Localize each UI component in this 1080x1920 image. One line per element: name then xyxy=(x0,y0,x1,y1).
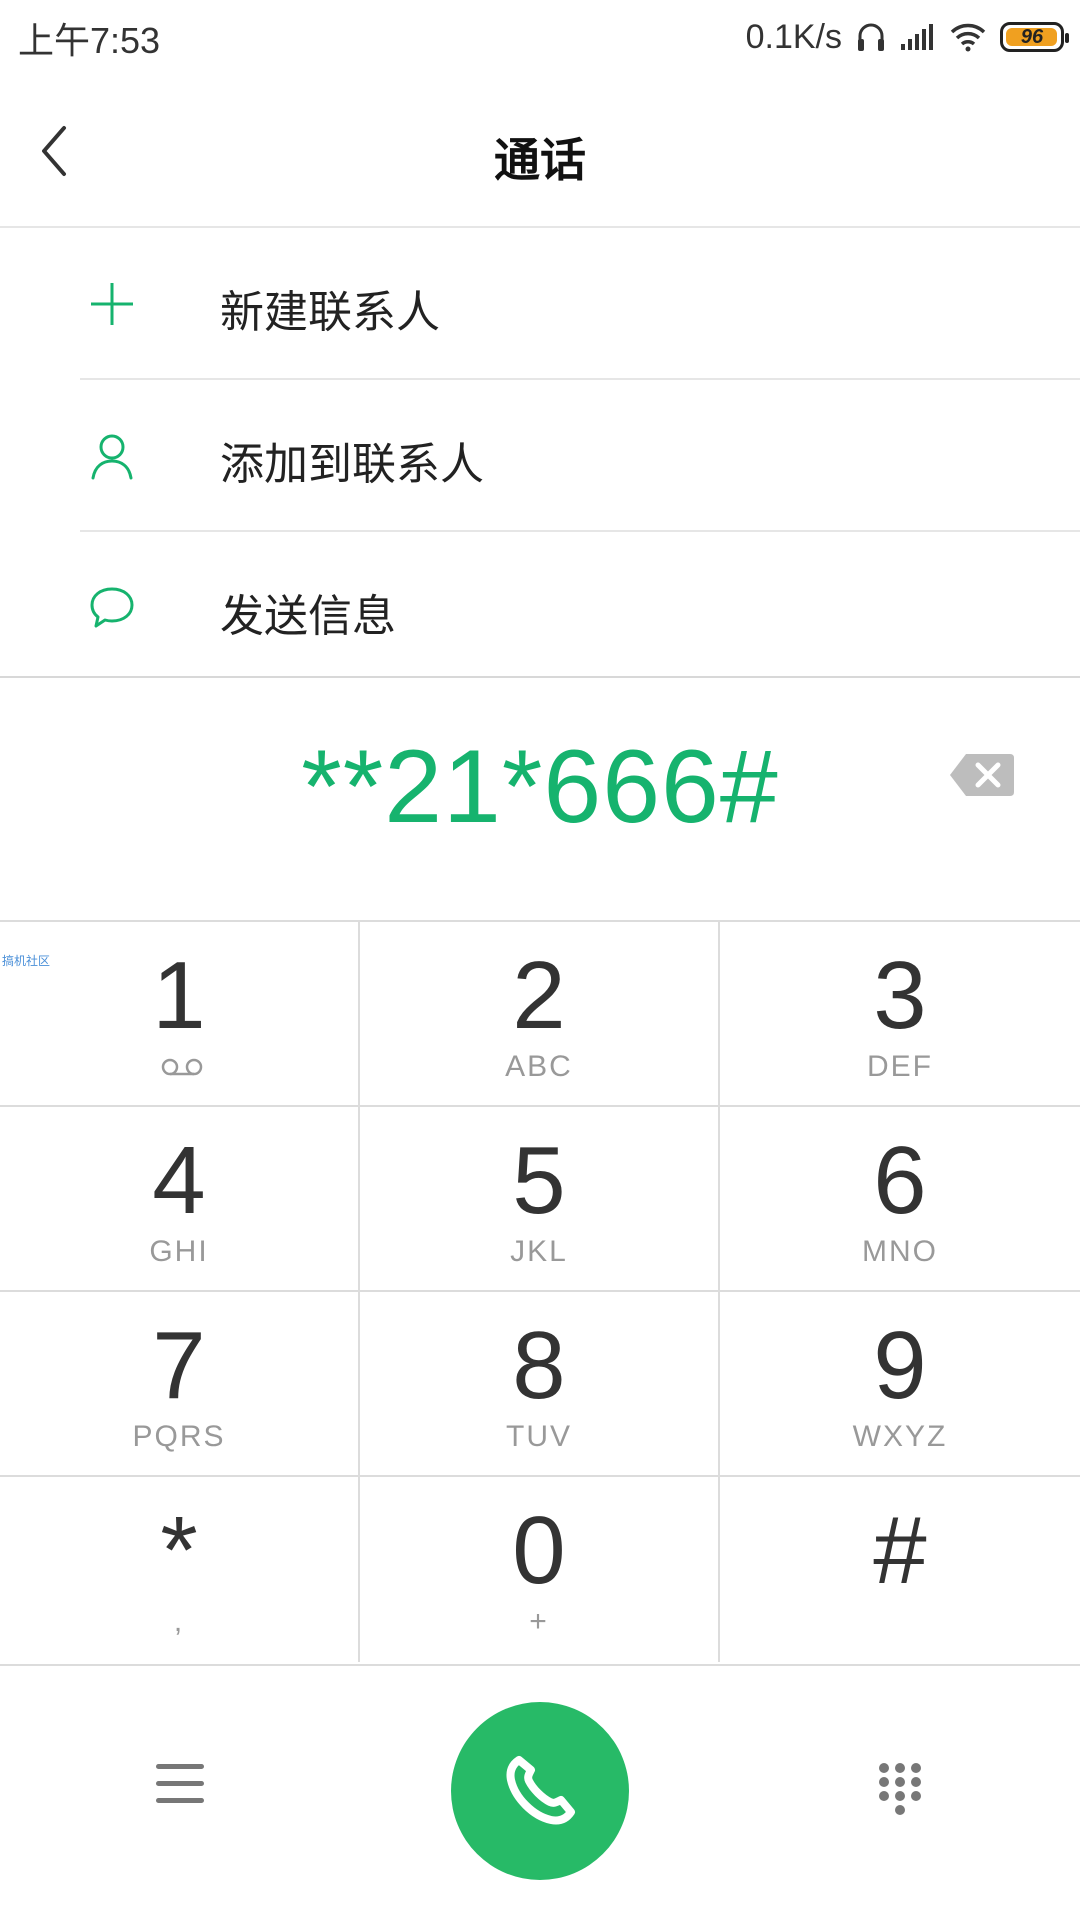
dialpad-icon xyxy=(879,1763,921,1815)
add-to-contact-item[interactable]: 添加到联系人 xyxy=(0,380,1080,532)
battery-level: 96 xyxy=(1020,25,1044,48)
backspace-icon xyxy=(950,754,1014,796)
key-3[interactable]: 3 DEF xyxy=(720,922,1080,1107)
person-icon xyxy=(86,430,138,482)
key-digit: 5 xyxy=(512,1127,566,1234)
key-digit: 4 xyxy=(152,1127,206,1234)
key-digit: 0 xyxy=(512,1497,566,1604)
key-letters: + xyxy=(529,1605,549,1638)
dialpad-button[interactable] xyxy=(876,1762,924,1822)
key-letters: PQRS xyxy=(132,1420,226,1453)
send-message-item[interactable]: 发送信息 xyxy=(0,532,1080,684)
key-8[interactable]: 8 TUV xyxy=(360,1292,720,1477)
key-1[interactable]: 搞机社区 1 xyxy=(0,922,360,1107)
key-star[interactable]: * , xyxy=(0,1477,360,1662)
menu-icon xyxy=(156,1764,204,1803)
key-hash[interactable]: # xyxy=(720,1477,1080,1662)
key-letters: TUV xyxy=(506,1420,572,1453)
key-2[interactable]: 2 ABC xyxy=(360,922,720,1107)
key-letters: GHI xyxy=(149,1235,209,1268)
key-digit: 1 xyxy=(152,942,206,1049)
number-display: **21*666# xyxy=(0,678,1080,922)
chat-bubble-icon xyxy=(86,582,138,634)
new-contact-item[interactable]: 新建联系人 xyxy=(0,228,1080,380)
header: 通话 xyxy=(0,76,1080,228)
key-letters: JKL xyxy=(510,1235,568,1268)
battery-cap xyxy=(1065,33,1069,43)
page-title: 通话 xyxy=(494,134,586,186)
network-speed: 0.1K/s xyxy=(745,17,842,56)
key-digit: 7 xyxy=(152,1312,206,1419)
key-letters: , xyxy=(173,1605,185,1638)
plus-icon xyxy=(86,278,138,330)
status-bar: 上午7:53 0.1K/s 96 xyxy=(0,0,1080,76)
action-list: 新建联系人 添加到联系人 发送信息 xyxy=(0,228,1080,684)
voicemail-icon xyxy=(161,1058,203,1076)
key-letters: DEF xyxy=(867,1050,933,1083)
action-label: 添加到联系人 xyxy=(220,440,484,489)
dialed-number[interactable]: **21*666# xyxy=(0,728,1080,847)
key-letters: ABC xyxy=(505,1050,573,1083)
keypad: 搞机社区 1 2 ABC 3 DEF 4 GHI 5 JKL 6 MNO 7 P… xyxy=(0,920,1080,1666)
signal-icon xyxy=(900,22,936,52)
action-label: 发送信息 xyxy=(220,592,396,641)
backspace-button[interactable] xyxy=(946,750,1016,800)
key-letters: WXYZ xyxy=(852,1420,948,1453)
key-4[interactable]: 4 GHI xyxy=(0,1107,360,1292)
key-digit: 3 xyxy=(873,942,927,1049)
action-label: 新建联系人 xyxy=(220,288,440,337)
key-digit: 8 xyxy=(512,1312,566,1419)
key-digit: 2 xyxy=(512,942,566,1049)
key-digit: * xyxy=(160,1497,198,1604)
bottom-bar xyxy=(0,1664,1080,1920)
battery-icon: 96 xyxy=(1000,22,1069,52)
key-6[interactable]: 6 MNO xyxy=(720,1107,1080,1292)
status-time: 上午7:53 xyxy=(18,20,161,61)
phone-icon xyxy=(506,1756,575,1825)
key-9[interactable]: 9 WXYZ xyxy=(720,1292,1080,1477)
headphone-icon xyxy=(856,21,886,53)
key-0[interactable]: 0 + xyxy=(360,1477,720,1662)
key-digit: 9 xyxy=(873,1312,927,1419)
key-5[interactable]: 5 JKL xyxy=(360,1107,720,1292)
status-icons: 0.1K/s 96 xyxy=(745,12,1069,62)
key-7[interactable]: 7 PQRS xyxy=(0,1292,360,1477)
menu-button[interactable] xyxy=(154,1762,206,1806)
key-digit: 6 xyxy=(873,1127,927,1234)
wifi-icon xyxy=(950,22,986,52)
key-letters: MNO xyxy=(862,1235,938,1268)
call-button[interactable] xyxy=(451,1702,629,1880)
key-digit: # xyxy=(873,1497,927,1604)
